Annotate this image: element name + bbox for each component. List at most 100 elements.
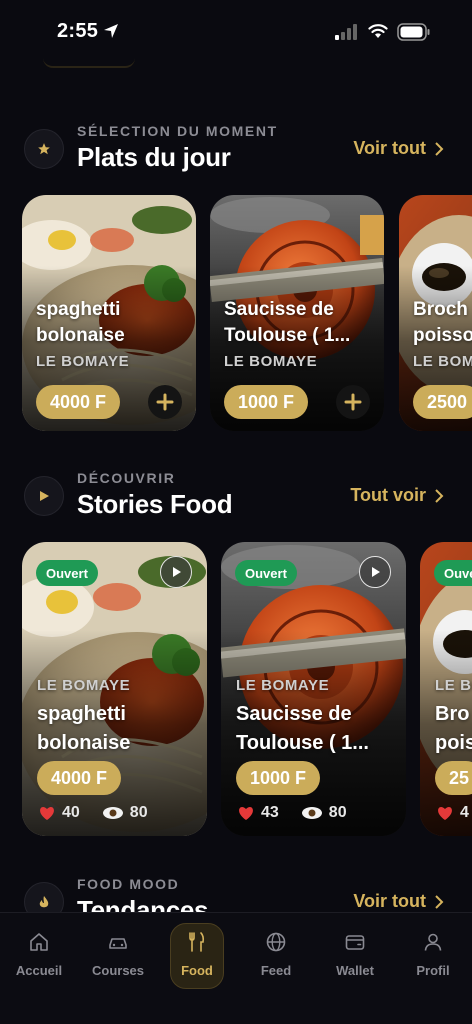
section-kicker: DÉCOUVRIR bbox=[77, 470, 176, 486]
play-story-button[interactable] bbox=[359, 556, 391, 588]
likes-count: 43 bbox=[261, 804, 279, 821]
likes-count: 40 bbox=[62, 804, 80, 821]
dish-card[interactable]: Saucisse de Toulouse ( 1... LE BOMAYE 10… bbox=[210, 195, 384, 431]
restaurant-name: LE BOM bbox=[413, 353, 472, 370]
chevron-right-icon bbox=[435, 141, 444, 156]
tab-wallet[interactable]: Wallet bbox=[319, 931, 391, 978]
car-icon bbox=[109, 938, 127, 949]
stories-carousel[interactable]: Ouvert LE BOMAYE spaghetti bolonaise 400… bbox=[0, 542, 472, 836]
price-pill: 1000 F bbox=[236, 761, 321, 795]
dish-title-line1: Broch bbox=[413, 299, 468, 320]
voir-tout-label: Voir tout bbox=[353, 138, 426, 158]
section-title: Plats du jour bbox=[77, 142, 231, 172]
tab-label: Accueil bbox=[15, 963, 63, 978]
section-title: Stories Food bbox=[77, 489, 233, 519]
tab-label: Feed bbox=[260, 963, 292, 978]
tout-voir-link[interactable]: Tout voir bbox=[350, 485, 444, 506]
dish-title-line2: Toulouse ( 1... bbox=[236, 732, 369, 754]
play-story-button[interactable] bbox=[160, 556, 192, 588]
battery-icon bbox=[397, 23, 430, 41]
fork-knife-icon bbox=[189, 932, 205, 952]
play-icon bbox=[40, 491, 49, 501]
dish-title-line1: Bro bbox=[435, 703, 470, 725]
tab-profil[interactable]: Profil bbox=[397, 931, 469, 978]
voir-tout-label: Voir tout bbox=[353, 891, 426, 911]
section-kicker: FOOD MOOD bbox=[77, 876, 180, 892]
story-card[interactable]: Ouve LE BO Bro pois 25 4 bbox=[420, 542, 472, 836]
story-stats: 40 80 bbox=[38, 804, 148, 822]
voir-tout-link[interactable]: Voir tout bbox=[353, 891, 444, 912]
location-arrow-icon bbox=[104, 24, 118, 38]
price-pill: 4000 F bbox=[36, 385, 121, 419]
add-to-cart-button[interactable] bbox=[336, 385, 370, 419]
tab-label: Profil bbox=[416, 963, 450, 978]
dish-title-line2: bolonaise bbox=[36, 325, 125, 346]
signal-icon bbox=[335, 24, 357, 40]
globe-icon bbox=[266, 932, 286, 952]
status-time: 2:55 bbox=[57, 20, 99, 42]
dish-title-line2: Toulouse ( 1... bbox=[224, 325, 351, 346]
heart-icon bbox=[239, 807, 253, 820]
chevron-right-icon bbox=[435, 894, 444, 909]
plats-carousel[interactable]: spaghetti bolonaise LE BOMAYE 4000 F Sau… bbox=[0, 195, 472, 431]
views-count: 80 bbox=[328, 804, 347, 821]
play-icon bbox=[173, 567, 181, 577]
price-pill: 2500 bbox=[413, 385, 472, 419]
scroll-indicator bbox=[43, 58, 135, 68]
dish-card[interactable]: Broch poisso LE BOM 2500 bbox=[399, 195, 472, 431]
dish-title-line1: spaghetti bbox=[37, 703, 126, 725]
dish-title-line1: spaghetti bbox=[36, 299, 121, 320]
story-card[interactable]: Ouvert LE BOMAYE spaghetti bolonaise 400… bbox=[22, 542, 207, 836]
views-count: 80 bbox=[129, 804, 148, 821]
plats-section-header: SÉLECTION DU MOMENT Plats du jour Voir t… bbox=[0, 120, 472, 180]
bottom-tab-bar: Accueil Courses Food Feed Wallet Profil bbox=[0, 912, 472, 1024]
restaurant-name: LE BOMAYE bbox=[236, 677, 330, 694]
eye-icon bbox=[102, 807, 123, 819]
chevron-right-icon bbox=[435, 488, 444, 503]
plus-icon bbox=[344, 393, 362, 411]
restaurant-name: LE BOMAYE bbox=[224, 353, 318, 370]
wifi-icon bbox=[368, 24, 388, 38]
restaurant-name: LE BOMAYE bbox=[36, 353, 130, 370]
plus-icon bbox=[156, 393, 174, 411]
heart-icon bbox=[438, 807, 452, 820]
dish-title-line1: Saucisse de bbox=[224, 299, 334, 320]
star-icon bbox=[38, 143, 50, 155]
add-to-cart-button[interactable] bbox=[148, 385, 182, 419]
tab-label: Wallet bbox=[336, 963, 374, 978]
dish-title-line2: pois bbox=[435, 732, 472, 754]
user-icon bbox=[424, 933, 442, 951]
section-kicker: SÉLECTION DU MOMENT bbox=[77, 123, 278, 139]
tab-label: Courses bbox=[91, 963, 145, 978]
tout-voir-label: Tout voir bbox=[350, 485, 426, 505]
restaurant-name: LE BO bbox=[435, 677, 472, 694]
story-card[interactable]: Ouvert LE BOMAYE Saucisse de Toulouse ( … bbox=[221, 542, 406, 836]
status-bar: 2:55 bbox=[0, 0, 472, 64]
tab-label: Food bbox=[181, 963, 213, 978]
voir-tout-link[interactable]: Voir tout bbox=[353, 138, 444, 159]
tab-accueil[interactable]: Accueil bbox=[3, 931, 75, 978]
price-pill: 25 bbox=[435, 761, 472, 795]
home-icon bbox=[30, 933, 48, 951]
price-pill: 4000 F bbox=[37, 761, 122, 795]
dish-title-line1: Saucisse de bbox=[236, 703, 352, 725]
tab-food[interactable]: Food bbox=[161, 931, 233, 978]
restaurant-name: LE BOMAYE bbox=[37, 677, 131, 694]
story-stats: 4 bbox=[436, 804, 469, 822]
stories-section-header: DÉCOUVRIR Stories Food Tout voir bbox=[0, 468, 472, 528]
play-icon bbox=[372, 567, 380, 577]
open-status-badge: Ouvert bbox=[235, 560, 297, 586]
dish-title-line2: bolonaise bbox=[37, 732, 131, 754]
dish-card[interactable]: spaghetti bolonaise LE BOMAYE 4000 F bbox=[22, 195, 196, 431]
wallet-icon bbox=[345, 935, 365, 950]
story-stats: 43 80 bbox=[237, 804, 347, 822]
play-badge bbox=[24, 476, 64, 516]
tab-feed[interactable]: Feed bbox=[240, 931, 312, 978]
flame-icon bbox=[39, 896, 49, 908]
heart-icon bbox=[40, 807, 54, 820]
dish-title-line2: poisso bbox=[413, 325, 472, 346]
tab-courses[interactable]: Courses bbox=[82, 931, 154, 978]
price-pill: 1000 F bbox=[224, 385, 309, 419]
open-status-badge: Ouve bbox=[434, 560, 472, 586]
eye-icon bbox=[301, 807, 322, 819]
